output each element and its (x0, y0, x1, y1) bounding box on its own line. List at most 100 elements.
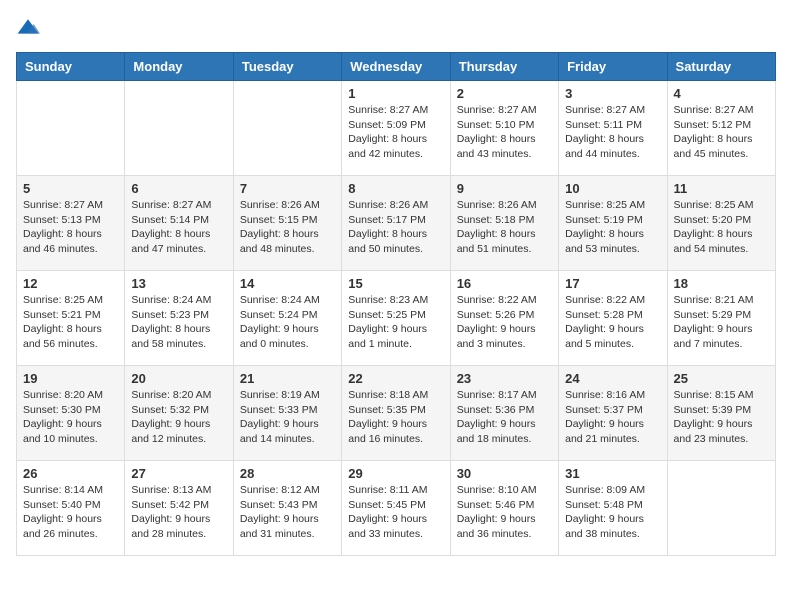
calendar-cell: 13 Sunrise: 8:24 AM Sunset: 5:23 PM Dayli… (125, 271, 233, 366)
logo (16, 16, 44, 40)
day-number: 8 (348, 181, 443, 196)
day-info: Sunrise: 8:26 AM Sunset: 5:15 PM Dayligh… (240, 198, 335, 257)
calendar-cell: 31 Sunrise: 8:09 AM Sunset: 5:48 PM Dayli… (559, 461, 667, 556)
day-info: Sunrise: 8:13 AM Sunset: 5:42 PM Dayligh… (131, 483, 226, 542)
weekday-header-row: SundayMondayTuesdayWednesdayThursdayFrid… (17, 53, 776, 81)
calendar-cell: 11 Sunrise: 8:25 AM Sunset: 5:20 PM Dayli… (667, 176, 775, 271)
day-info: Sunrise: 8:27 AM Sunset: 5:10 PM Dayligh… (457, 103, 552, 162)
calendar-cell: 9 Sunrise: 8:26 AM Sunset: 5:18 PM Daylig… (450, 176, 558, 271)
day-number: 25 (674, 371, 769, 386)
calendar-cell: 29 Sunrise: 8:11 AM Sunset: 5:45 PM Dayli… (342, 461, 450, 556)
calendar-cell: 6 Sunrise: 8:27 AM Sunset: 5:14 PM Daylig… (125, 176, 233, 271)
calendar-cell: 2 Sunrise: 8:27 AM Sunset: 5:10 PM Daylig… (450, 81, 558, 176)
day-info: Sunrise: 8:09 AM Sunset: 5:48 PM Dayligh… (565, 483, 660, 542)
day-info: Sunrise: 8:23 AM Sunset: 5:25 PM Dayligh… (348, 293, 443, 352)
day-info: Sunrise: 8:14 AM Sunset: 5:40 PM Dayligh… (23, 483, 118, 542)
weekday-header-thursday: Thursday (450, 53, 558, 81)
calendar-cell: 20 Sunrise: 8:20 AM Sunset: 5:32 PM Dayli… (125, 366, 233, 461)
day-number: 7 (240, 181, 335, 196)
day-info: Sunrise: 8:21 AM Sunset: 5:29 PM Dayligh… (674, 293, 769, 352)
day-number: 4 (674, 86, 769, 101)
day-number: 27 (131, 466, 226, 481)
calendar-cell (125, 81, 233, 176)
calendar-week-2: 5 Sunrise: 8:27 AM Sunset: 5:13 PM Daylig… (17, 176, 776, 271)
day-number: 11 (674, 181, 769, 196)
day-number: 24 (565, 371, 660, 386)
day-info: Sunrise: 8:15 AM Sunset: 5:39 PM Dayligh… (674, 388, 769, 447)
day-info: Sunrise: 8:25 AM Sunset: 5:20 PM Dayligh… (674, 198, 769, 257)
weekday-header-saturday: Saturday (667, 53, 775, 81)
day-number: 22 (348, 371, 443, 386)
calendar-cell: 28 Sunrise: 8:12 AM Sunset: 5:43 PM Dayli… (233, 461, 341, 556)
day-number: 17 (565, 276, 660, 291)
calendar-cell: 27 Sunrise: 8:13 AM Sunset: 5:42 PM Dayli… (125, 461, 233, 556)
day-info: Sunrise: 8:18 AM Sunset: 5:35 PM Dayligh… (348, 388, 443, 447)
day-info: Sunrise: 8:22 AM Sunset: 5:26 PM Dayligh… (457, 293, 552, 352)
weekday-header-sunday: Sunday (17, 53, 125, 81)
calendar-cell: 30Sunrise: 8:10 AM Sunset: 5:46 PM Dayli… (450, 461, 558, 556)
day-number: 5 (23, 181, 118, 196)
day-number: 31 (565, 466, 660, 481)
calendar-week-4: 19 Sunrise: 8:20 AM Sunset: 5:30 PM Dayli… (17, 366, 776, 461)
calendar-cell: 10 Sunrise: 8:25 AM Sunset: 5:19 PM Dayli… (559, 176, 667, 271)
calendar-cell: 23 Sunrise: 8:17 AM Sunset: 5:36 PM Dayli… (450, 366, 558, 461)
day-number: 20 (131, 371, 226, 386)
calendar-week-5: 26 Sunrise: 8:14 AM Sunset: 5:40 PM Dayli… (17, 461, 776, 556)
weekday-header-wednesday: Wednesday (342, 53, 450, 81)
day-number: 10 (565, 181, 660, 196)
day-info: Sunrise: 8:25 AM Sunset: 5:19 PM Dayligh… (565, 198, 660, 257)
day-number: 9 (457, 181, 552, 196)
day-number: 15 (348, 276, 443, 291)
calendar-cell (667, 461, 775, 556)
day-number: 12 (23, 276, 118, 291)
day-info: Sunrise: 8:26 AM Sunset: 5:17 PM Dayligh… (348, 198, 443, 257)
calendar-cell: 15 Sunrise: 8:23 AM Sunset: 5:25 PM Dayli… (342, 271, 450, 366)
calendar-week-3: 12Sunrise: 8:25 AM Sunset: 5:21 PM Dayli… (17, 271, 776, 366)
day-info: Sunrise: 8:19 AM Sunset: 5:33 PM Dayligh… (240, 388, 335, 447)
day-number: 23 (457, 371, 552, 386)
calendar-cell: 22 Sunrise: 8:18 AM Sunset: 5:35 PM Dayli… (342, 366, 450, 461)
day-info: Sunrise: 8:24 AM Sunset: 5:24 PM Dayligh… (240, 293, 335, 352)
day-number: 3 (565, 86, 660, 101)
calendar-cell: 1Sunrise: 8:27 AM Sunset: 5:09 PM Daylig… (342, 81, 450, 176)
day-info: Sunrise: 8:27 AM Sunset: 5:12 PM Dayligh… (674, 103, 769, 162)
day-number: 28 (240, 466, 335, 481)
day-number: 2 (457, 86, 552, 101)
day-info: Sunrise: 8:17 AM Sunset: 5:36 PM Dayligh… (457, 388, 552, 447)
calendar-cell (17, 81, 125, 176)
day-number: 26 (23, 466, 118, 481)
day-number: 19 (23, 371, 118, 386)
day-info: Sunrise: 8:26 AM Sunset: 5:18 PM Dayligh… (457, 198, 552, 257)
calendar-cell: 25 Sunrise: 8:15 AM Sunset: 5:39 PM Dayli… (667, 366, 775, 461)
calendar-cell: 8 Sunrise: 8:26 AM Sunset: 5:17 PM Daylig… (342, 176, 450, 271)
calendar-cell: 5 Sunrise: 8:27 AM Sunset: 5:13 PM Daylig… (17, 176, 125, 271)
calendar-cell: 18 Sunrise: 8:21 AM Sunset: 5:29 PM Dayli… (667, 271, 775, 366)
calendar-cell: 19 Sunrise: 8:20 AM Sunset: 5:30 PM Dayli… (17, 366, 125, 461)
day-number: 16 (457, 276, 552, 291)
day-info: Sunrise: 8:16 AM Sunset: 5:37 PM Dayligh… (565, 388, 660, 447)
day-info: Sunrise: 8:24 AM Sunset: 5:23 PM Dayligh… (131, 293, 226, 352)
calendar-week-1: 1Sunrise: 8:27 AM Sunset: 5:09 PM Daylig… (17, 81, 776, 176)
day-info: Sunrise: 8:27 AM Sunset: 5:09 PM Dayligh… (348, 103, 443, 162)
calendar-cell: 7 Sunrise: 8:26 AM Sunset: 5:15 PM Daylig… (233, 176, 341, 271)
day-number: 18 (674, 276, 769, 291)
calendar-cell: 21 Sunrise: 8:19 AM Sunset: 5:33 PM Dayli… (233, 366, 341, 461)
day-number: 13 (131, 276, 226, 291)
calendar-cell: 14Sunrise: 8:24 AM Sunset: 5:24 PM Dayli… (233, 271, 341, 366)
page-header (16, 16, 776, 40)
day-info: Sunrise: 8:12 AM Sunset: 5:43 PM Dayligh… (240, 483, 335, 542)
day-number: 6 (131, 181, 226, 196)
day-info: Sunrise: 8:11 AM Sunset: 5:45 PM Dayligh… (348, 483, 443, 542)
calendar-table: SundayMondayTuesdayWednesdayThursdayFrid… (16, 52, 776, 556)
day-info: Sunrise: 8:20 AM Sunset: 5:30 PM Dayligh… (23, 388, 118, 447)
day-info: Sunrise: 8:27 AM Sunset: 5:13 PM Dayligh… (23, 198, 118, 257)
calendar-cell: 24 Sunrise: 8:16 AM Sunset: 5:37 PM Dayli… (559, 366, 667, 461)
weekday-header-tuesday: Tuesday (233, 53, 341, 81)
day-number: 29 (348, 466, 443, 481)
day-info: Sunrise: 8:27 AM Sunset: 5:14 PM Dayligh… (131, 198, 226, 257)
weekday-header-friday: Friday (559, 53, 667, 81)
day-info: Sunrise: 8:22 AM Sunset: 5:28 PM Dayligh… (565, 293, 660, 352)
calendar-cell: 26 Sunrise: 8:14 AM Sunset: 5:40 PM Dayli… (17, 461, 125, 556)
day-number: 21 (240, 371, 335, 386)
day-info: Sunrise: 8:20 AM Sunset: 5:32 PM Dayligh… (131, 388, 226, 447)
